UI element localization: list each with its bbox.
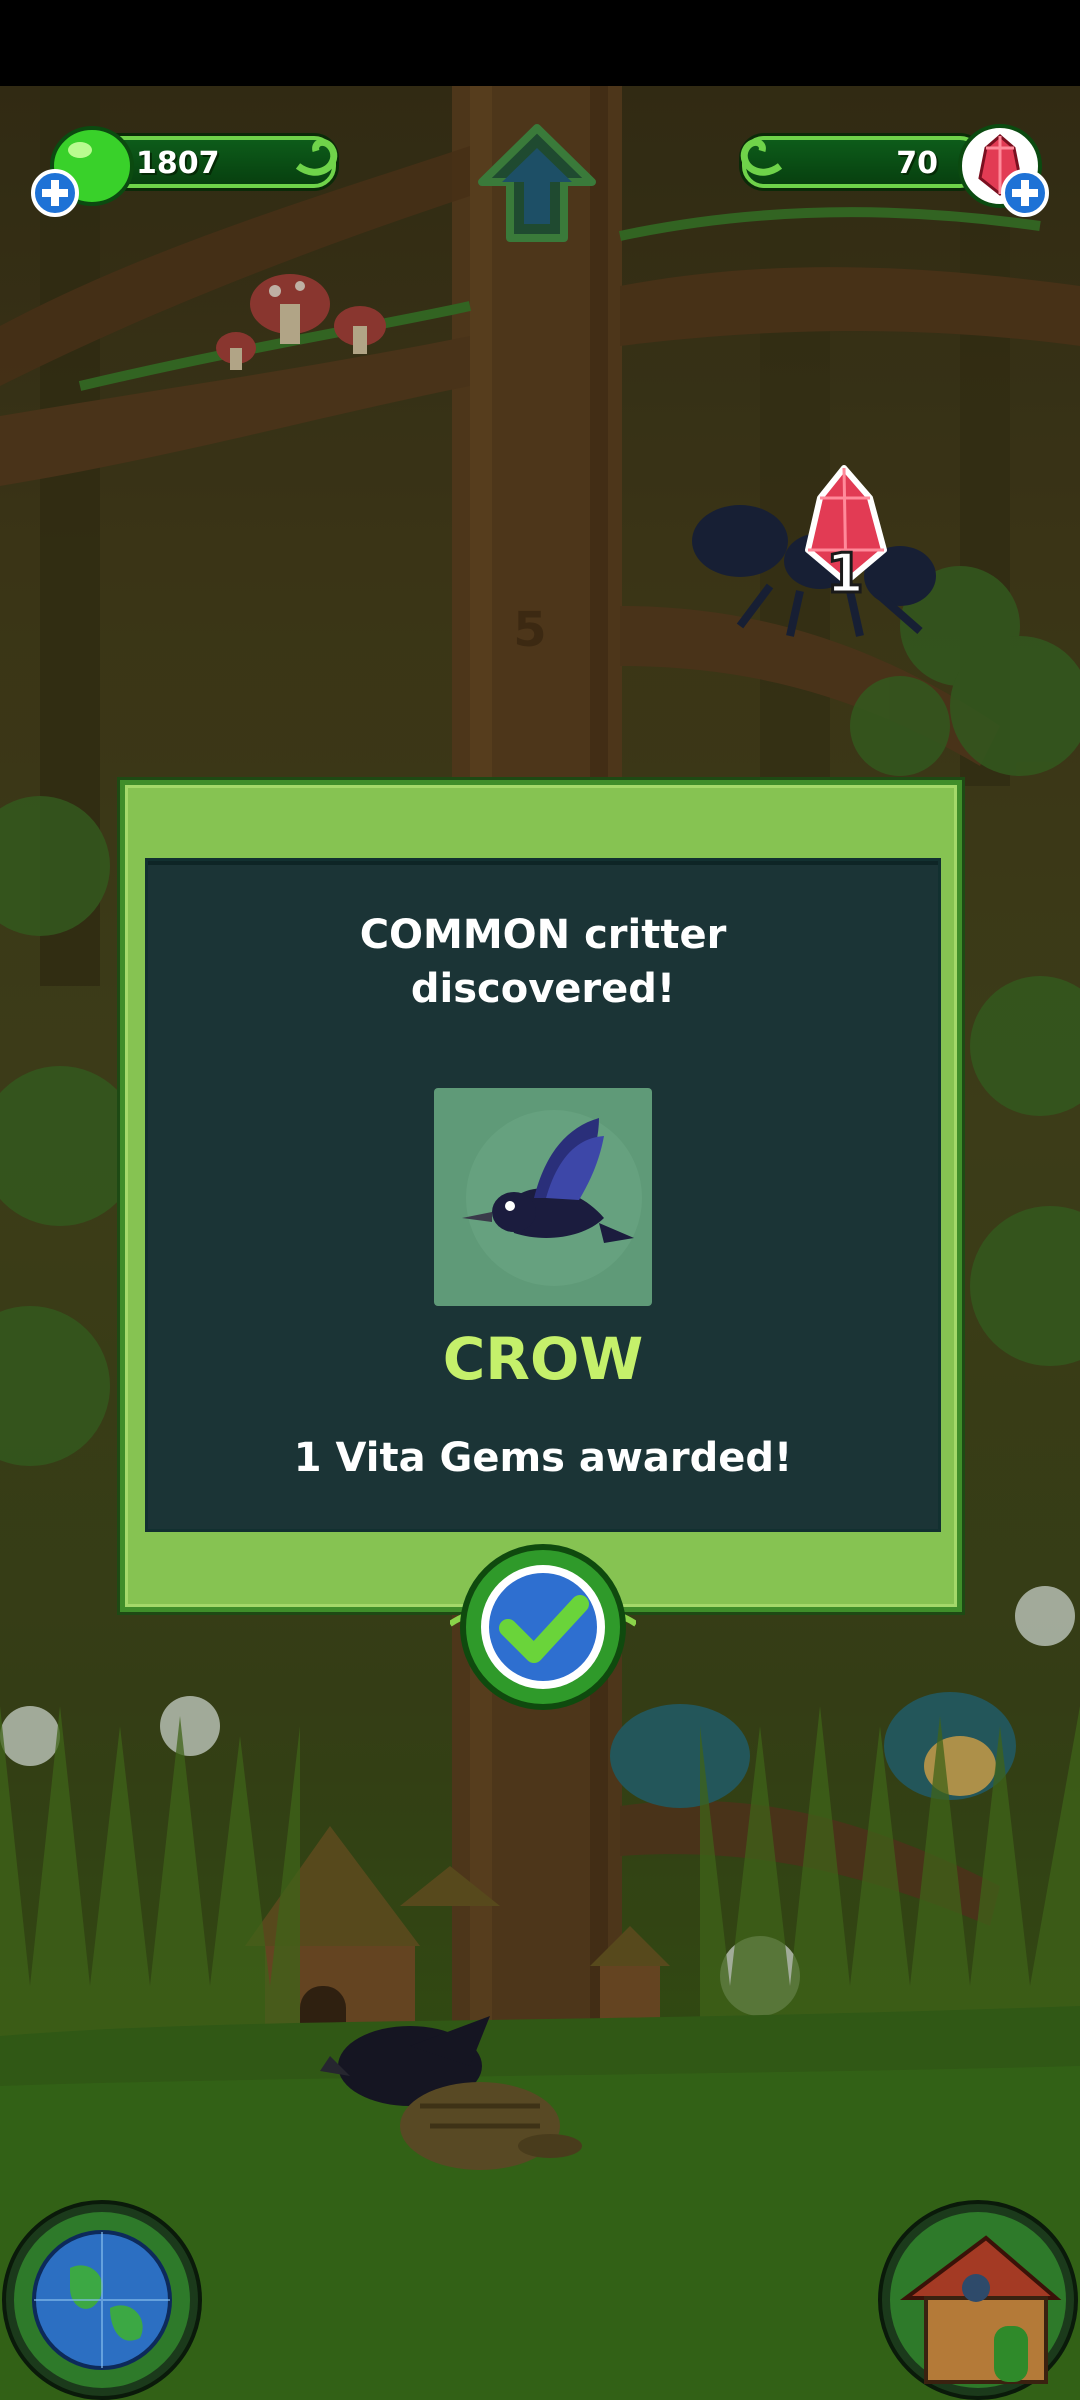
game-screen: 5 1807 70 1 COMMON critter discovered! C… [0,0,1080,2400]
critter-card [434,1088,652,1306]
vine-curl-icon [295,138,338,176]
dialog-title: COMMON critter discovered! [359,912,727,1012]
vine-curl-icon [740,138,783,176]
house-icon [878,2200,1078,2400]
plus-icon[interactable] [30,168,80,218]
vita-gems-value: 70 [896,146,938,181]
critter-name: CROW [442,1325,644,1393]
home-button[interactable] [876,2198,1080,2400]
confirm-button[interactable] [448,1534,638,1720]
award-text: 1 Vita Gems awarded! [293,1435,793,1481]
status-bar [0,0,1080,86]
world-map-button[interactable] [0,2198,204,2400]
vita-drops-value: 1807 [136,146,220,181]
plus-icon[interactable] [1000,168,1050,218]
globe-icon [2,2200,202,2400]
checkmark-icon [448,1544,638,1710]
crow-icon [462,1110,642,1286]
up-arrow-icon[interactable] [472,120,602,250]
floating-gem-count: 1 [825,541,866,607]
